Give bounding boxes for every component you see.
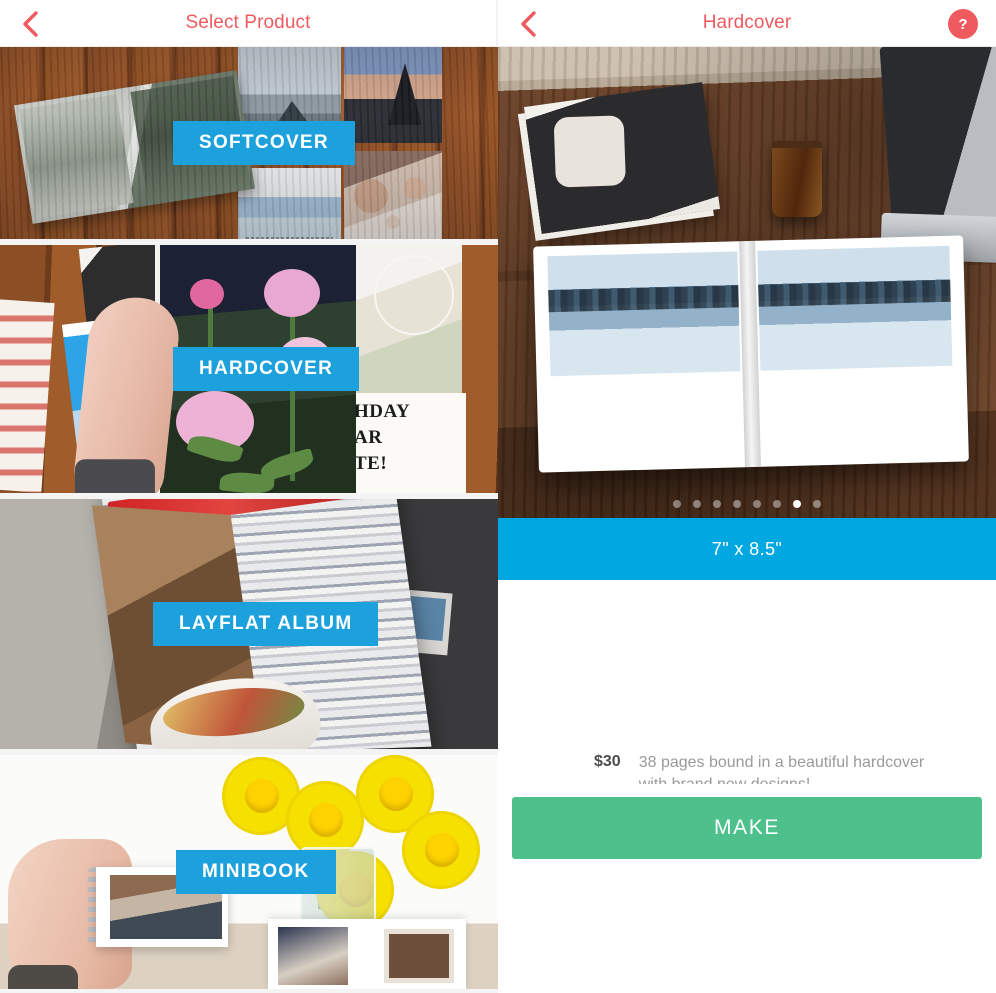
product-label-softcover: SOFTCOVER (173, 121, 355, 165)
left-page-title: Select Product (185, 12, 311, 33)
size-label: 7" x 8.5" (711, 538, 783, 559)
chevron-left-icon (520, 10, 537, 38)
product-selection-screen: Select Product SOFTCOVER HDAY AR TE! HAR… (0, 0, 996, 993)
back-button-left[interactable] (10, 0, 50, 47)
gallery-dot-6[interactable] (773, 500, 781, 508)
make-button[interactable]: MAKE (512, 797, 982, 859)
gallery-dot-5[interactable] (753, 500, 761, 508)
product-tile-layflat-album[interactable]: LAYFLAT ALBUM (0, 499, 498, 755)
gallery-dot-3[interactable] (713, 500, 721, 508)
product-label-layflat-album: LAYFLAT ALBUM (153, 602, 379, 646)
product-detail-body: $30 38 pages bound in a beautiful hardco… (498, 580, 996, 872)
left-navbar: Select Product (0, 0, 496, 47)
cta-container: MAKE (498, 784, 996, 872)
back-button-right[interactable] (508, 0, 548, 47)
product-tile-hardcover[interactable]: HDAY AR TE! HARDCOVER (0, 245, 498, 499)
product-tile-minibook[interactable]: MINIBOOK (0, 755, 498, 989)
product-label-hardcover: HARDCOVER (173, 347, 360, 391)
hardcover-detail-panel: Hardcover ? 7" x 8.5" $30 38 pages bound… (498, 0, 996, 993)
gallery-page-dots[interactable] (498, 500, 996, 508)
product-tile-list[interactable]: SOFTCOVER HDAY AR TE! HARDCOVER LAYFLAT … (0, 47, 498, 993)
product-tile-softcover[interactable]: SOFTCOVER (0, 47, 498, 245)
select-product-panel: Select Product SOFTCOVER HDAY AR TE! HAR… (0, 0, 498, 993)
gallery-dot-1[interactable] (673, 500, 681, 508)
gallery-dot-4[interactable] (733, 500, 741, 508)
product-label-minibook: MINIBOOK (176, 850, 336, 894)
right-navbar: Hardcover ? (498, 0, 996, 47)
question-mark-icon: ? (958, 15, 968, 33)
help-button[interactable]: ? (948, 9, 978, 39)
product-gallery[interactable] (498, 47, 996, 518)
right-page-title: Hardcover (702, 12, 792, 33)
gallery-dot-8[interactable] (813, 500, 821, 508)
size-selector[interactable]: 7" x 8.5" (498, 518, 996, 580)
gallery-dot-2[interactable] (693, 500, 701, 508)
gallery-dot-7[interactable] (793, 500, 801, 508)
chevron-left-icon (22, 10, 39, 38)
